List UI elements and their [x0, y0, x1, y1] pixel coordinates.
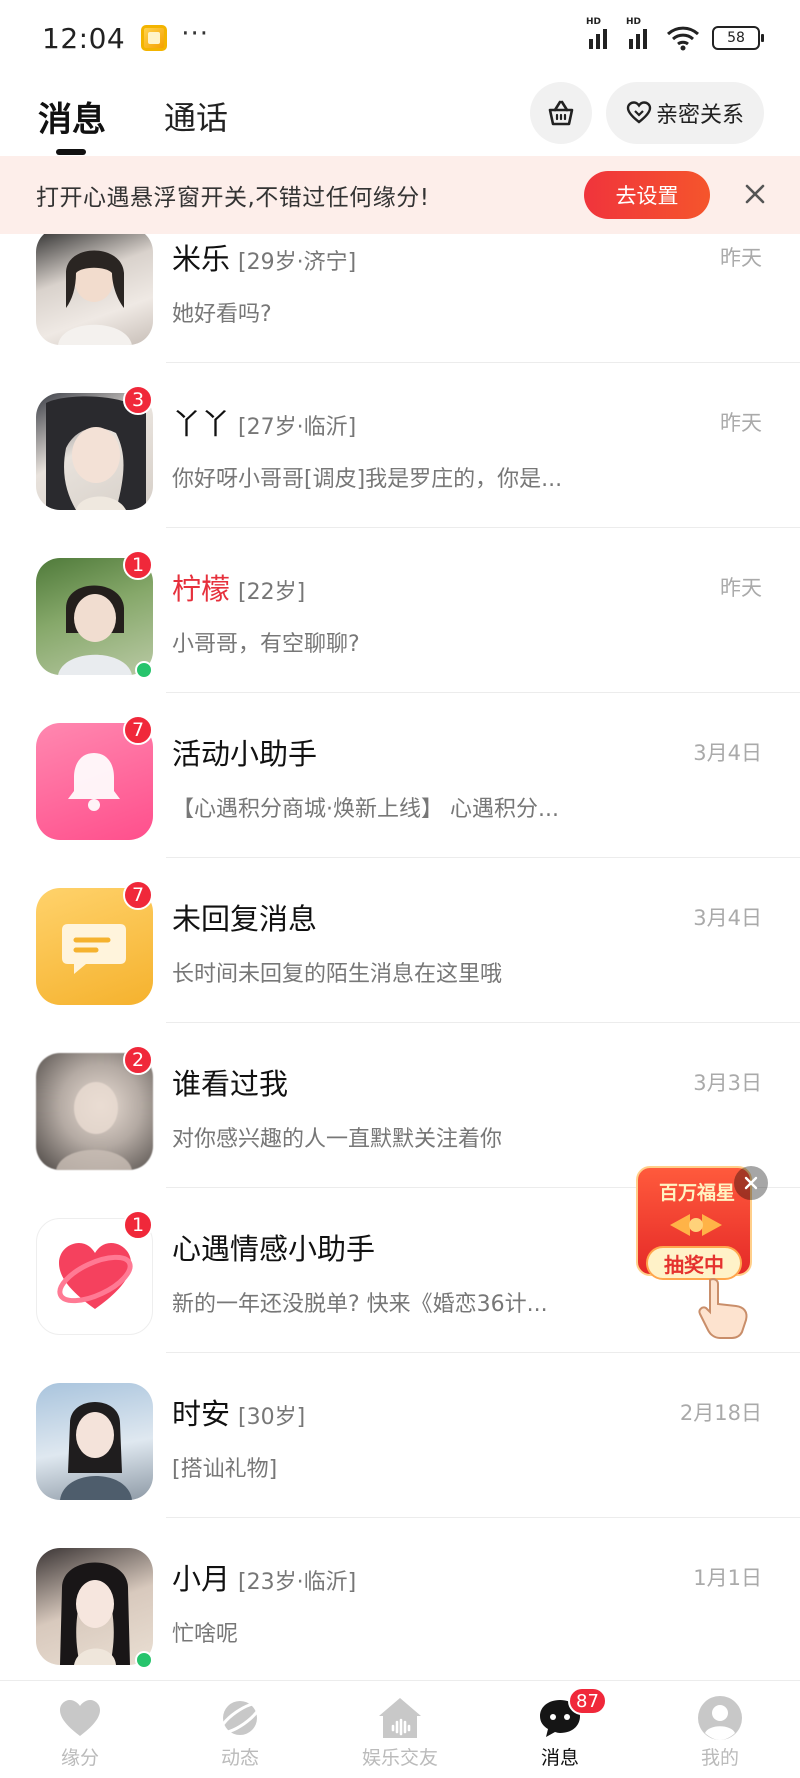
- status-indicators: HD HD 58: [586, 17, 764, 51]
- contact-name: 柠檬: [172, 572, 231, 606]
- message-preview: 对你感兴趣的人一直默默关注着你: [172, 1127, 503, 1152]
- status-time: 12:04: [42, 21, 126, 55]
- conversation-row[interactable]: 2 谁看过我 3月3日 对你感兴趣的人一直默默关注着你: [0, 1023, 800, 1188]
- unread-badge: 2: [123, 1045, 153, 1075]
- conversation-row[interactable]: 3 丫丫 [27岁·临沂] 昨天 你好呀小哥哥[调皮]我是罗庄的，你是...: [0, 363, 800, 528]
- nav-item-me[interactable]: 我的: [640, 1681, 800, 1778]
- go-settings-button[interactable]: 去设置: [584, 171, 710, 219]
- online-status-dot: [135, 1651, 153, 1669]
- floating-window-notice: 打开心遇悬浮窗开关,不错过任何缘分! 去设置: [0, 156, 800, 234]
- nav-label: 消息: [540, 1747, 579, 1769]
- avatar[interactable]: [36, 234, 153, 345]
- house-voice-icon: [379, 1698, 421, 1738]
- nav-label: 娱乐交友: [361, 1747, 438, 1769]
- avatar[interactable]: [36, 1548, 153, 1665]
- message-time: 昨天: [720, 246, 762, 270]
- nav-item-moments[interactable]: 动态: [160, 1681, 320, 1778]
- notification-app-icon: [141, 25, 168, 51]
- contact-name: 未回复消息: [172, 902, 318, 936]
- unread-badge: 7: [123, 880, 153, 910]
- conversation-row[interactable]: 1 柠檬 [22岁] 昨天 小哥哥，有空聊聊?: [0, 528, 800, 693]
- signal-icon-2: HD: [626, 17, 654, 49]
- contact-meta: [23岁·临沂]: [238, 1570, 357, 1595]
- conversation-row[interactable]: 小月 [23岁·临沂] 1月1日 忙啥呢: [0, 1518, 800, 1680]
- tab-messages[interactable]: 消息: [38, 92, 106, 155]
- contact-name: 小月: [172, 1562, 231, 1596]
- message-time: 3月3日: [693, 1071, 762, 1095]
- more-notifications-icon: ···: [181, 19, 209, 49]
- nav-item-messages[interactable]: 消息 87: [480, 1681, 640, 1778]
- intimacy-label: 亲密关系: [655, 103, 744, 128]
- heart-icon: [60, 1700, 100, 1736]
- unread-badge: 1: [123, 1210, 153, 1240]
- conversation-row[interactable]: 7 活动小助手 3月4日 【心遇积分商城·焕新上线】 心遇积分...: [0, 693, 800, 858]
- wifi-icon: [666, 26, 700, 51]
- notice-text: 打开心遇悬浮窗开关,不错过任何缘分!: [36, 185, 430, 211]
- message-preview: 她好看吗?: [172, 302, 272, 327]
- message-preview: 你好呀小哥哥[调皮]我是罗庄的，你是...: [172, 467, 563, 492]
- nav-label: 动态: [220, 1747, 259, 1769]
- message-preview: 忙啥呢: [172, 1622, 239, 1647]
- nav-item-entertainment[interactable]: 娱乐交友: [320, 1681, 480, 1778]
- lottery-floating-widget[interactable]: 百万福星 抽奖中: [636, 1166, 768, 1342]
- tab-calls[interactable]: 通话: [164, 93, 228, 139]
- contact-name: 丫丫: [172, 407, 231, 441]
- avatar[interactable]: [36, 1383, 153, 1500]
- contact-name: 心遇情感小助手: [172, 1232, 376, 1266]
- conversation-row[interactable]: 时安 [30岁] 2月18日 [搭讪礼物]: [0, 1353, 800, 1518]
- contact-meta: [22岁]: [238, 580, 306, 605]
- message-time: 昨天: [720, 411, 762, 435]
- message-preview: 【心遇积分商城·焕新上线】 心遇积分...: [172, 797, 559, 822]
- planet-icon: [219, 1701, 261, 1735]
- message-time: 昨天: [720, 576, 762, 600]
- basket-button[interactable]: [530, 82, 592, 144]
- contact-meta: [30岁]: [238, 1405, 306, 1430]
- unread-badge: 3: [123, 385, 153, 415]
- contact-name: 活动小助手: [172, 737, 318, 771]
- pointing-hand-icon: [698, 1278, 748, 1339]
- contact-name: 谁看过我: [172, 1067, 289, 1101]
- message-preview: [搭讪礼物]: [172, 1457, 278, 1482]
- contact-name: 时安: [172, 1397, 231, 1431]
- conversation-row[interactable]: 7 未回复消息 3月4日 长时间未回复的陌生消息在这里哦: [0, 858, 800, 1023]
- unread-badge: 7: [123, 715, 153, 745]
- nav-item-fate[interactable]: 缘分: [0, 1681, 160, 1778]
- battery-icon: 58: [712, 26, 764, 50]
- profile-icon: [698, 1696, 742, 1740]
- header: 消息 通话 亲密关系: [0, 76, 800, 156]
- conversation-row[interactable]: 米乐 [29岁·济宁] 昨天 她好看吗?: [0, 234, 800, 363]
- message-time: 2月18日: [679, 1401, 762, 1425]
- online-status-dot: [135, 661, 153, 679]
- message-preview: 长时间未回复的陌生消息在这里哦: [172, 962, 503, 987]
- conversation-list: 米乐 [29岁·济宁] 昨天 她好看吗? 3 丫丫 [27岁·临沂] 昨天 你好…: [0, 234, 800, 1680]
- basket-icon: [548, 100, 574, 126]
- message-preview: 小哥哥，有空聊聊?: [172, 632, 360, 657]
- ribbon-icon: [670, 1214, 722, 1236]
- nav-label: 缘分: [60, 1747, 99, 1769]
- intimacy-button[interactable]: 亲密关系: [606, 82, 764, 144]
- unread-badge: 1: [123, 550, 153, 580]
- message-time: 3月4日: [693, 741, 762, 765]
- contact-name: 米乐: [172, 242, 231, 276]
- nav-label: 我的: [700, 1747, 739, 1769]
- signal-icon: HD: [586, 17, 614, 49]
- message-time: 1月1日: [693, 1566, 762, 1590]
- close-icon[interactable]: [740, 179, 770, 209]
- close-icon[interactable]: [734, 1166, 768, 1200]
- lottery-status-pill: 抽奖中: [646, 1246, 742, 1280]
- status-bar: 12:04 ··· HD HD 58: [0, 0, 800, 76]
- contact-meta: [29岁·济宁]: [238, 250, 357, 275]
- contact-meta: [27岁·临沂]: [238, 415, 357, 440]
- message-time: 3月4日: [693, 906, 762, 930]
- heart-link-icon: [626, 101, 652, 124]
- unread-badge: 87: [568, 1687, 607, 1715]
- message-preview: 新的一年还没脱单? 快来《婚恋36计...: [172, 1292, 548, 1317]
- bottom-navigation: 缘分 动态 娱乐交友 消息 87 我的: [0, 1680, 800, 1778]
